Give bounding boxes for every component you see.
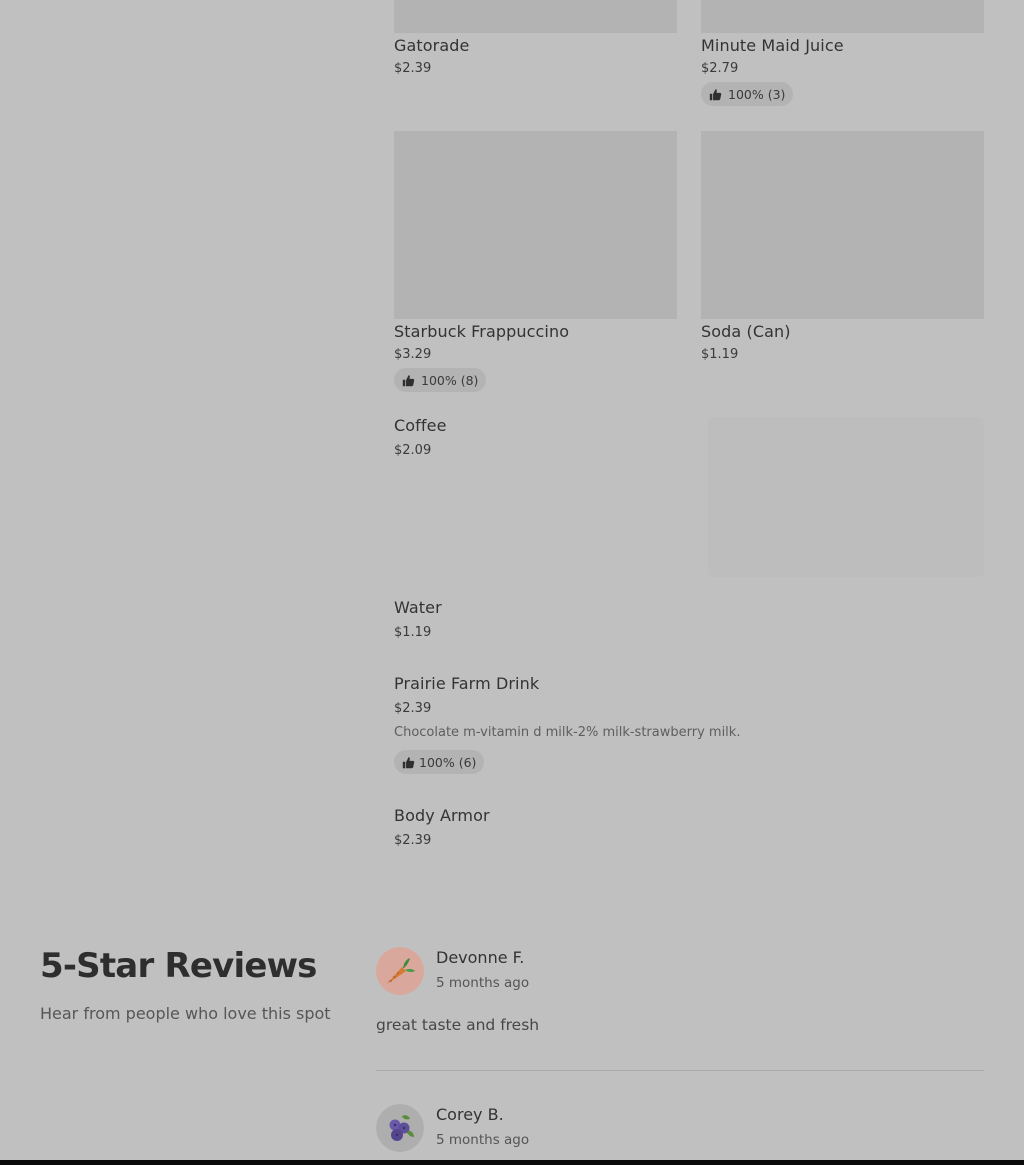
blueberries-icon [376,1104,424,1152]
rating-badge: 100% (3) [701,82,794,106]
carrot-icon [376,947,424,995]
avatar [376,1104,424,1152]
item-image-minute-maid-juice[interactable] [701,0,984,33]
item-price: $3.29 [394,347,432,362]
avatar [376,947,424,995]
item-image-starbuck-frappuccino[interactable] [394,131,677,319]
item-name: Body Armor [394,806,490,825]
item-name: Minute Maid Juice [701,36,844,55]
review-text: great taste and fresh [376,1016,540,1034]
reviewer-name: Corey B. [436,1105,504,1124]
rating-text: 100% (8) [421,372,479,388]
item-name: Soda (Can) [701,322,791,341]
item-price: $2.39 [394,61,432,76]
reviews-subtitle: Hear from people who love this spot [40,1004,331,1023]
reviewer-name: Devonne F. [436,948,525,967]
item-price: $2.39 [394,701,432,716]
item-name: Gatorade [394,36,470,55]
item-price: $2.39 [394,833,432,848]
thumbs-up-icon [402,756,415,769]
rating-badge: 100% (6) [394,750,485,774]
divider [376,1070,984,1071]
rating-text: 100% (6) [419,754,477,770]
item-name: Coffee [394,416,447,435]
bottom-edge-bar [0,1160,1024,1165]
item-name: Water [394,598,442,617]
item-name: Starbuck Frappuccino [394,322,570,341]
item-image-coffee[interactable] [708,417,984,577]
thumbs-up-icon [402,374,415,387]
thumbs-up-icon [709,88,722,101]
item-description: Chocolate m-vitamin d milk-2% milk-straw… [394,725,741,740]
item-price: $1.19 [394,625,432,640]
item-price: $1.19 [701,347,739,362]
item-image-soda-can[interactable] [701,131,984,319]
rating-badge: 100% (8) [394,368,487,392]
item-price: $2.09 [394,443,432,458]
rating-text: 100% (3) [728,86,786,102]
review-time: 5 months ago [436,1132,530,1148]
item-price: $2.79 [701,61,739,76]
review-time: 5 months ago [436,975,530,991]
item-name: Prairie Farm Drink [394,674,540,693]
item-image-gatorade[interactable] [394,0,677,33]
reviews-title: 5-Star Reviews [40,946,317,986]
